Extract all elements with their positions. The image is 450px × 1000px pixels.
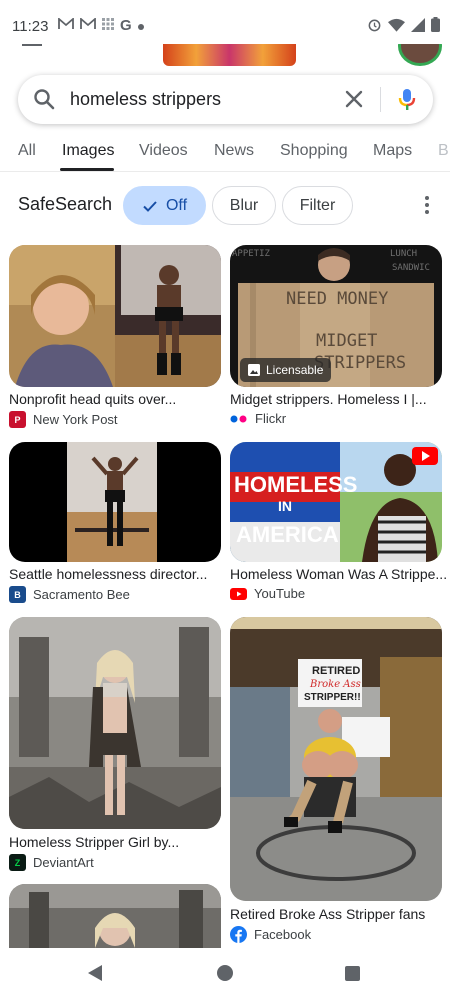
result-title[interactable]: Nonprofit head quits over... <box>9 391 176 407</box>
system-icons <box>367 17 440 37</box>
search-input[interactable]: homeless strippers <box>70 89 221 110</box>
source-name: Sacramento Bee <box>33 587 130 602</box>
result-source[interactable]: Facebook <box>230 926 311 943</box>
tab-all[interactable]: All <box>18 142 36 160</box>
grid-icon <box>102 18 114 33</box>
wifi-icon <box>388 18 405 37</box>
system-nav-bar <box>0 948 450 1000</box>
image-result[interactable]: Nonprofit head quits over... P New York … <box>9 245 221 435</box>
avatar[interactable] <box>398 44 442 66</box>
recent-apps-icon[interactable] <box>345 966 360 981</box>
check-icon <box>143 200 157 212</box>
image-result[interactable]: Seattle homelessness director... B Sacra… <box>9 442 221 612</box>
deviantart-icon: Z <box>9 854 26 871</box>
google-doodle[interactable] <box>163 44 296 66</box>
tab-news[interactable]: News <box>214 142 254 160</box>
divider <box>380 87 381 112</box>
image-result[interactable]: Homeless Stripper Girl by... Z DeviantAr… <box>9 617 221 875</box>
sign-text: MIDGET <box>316 331 378 351</box>
sign-text: NEED MONEY <box>286 289 389 309</box>
sign-text: STRIPPER!! <box>304 692 361 703</box>
signal-icon <box>411 17 425 37</box>
source-name: Facebook <box>254 927 312 942</box>
result-thumbnail[interactable]: APPETIZ LUNCH SANDWIC NEED MONEY MIDGET … <box>230 245 442 387</box>
alarm-icon <box>367 17 382 37</box>
chip-label: Off <box>165 196 188 214</box>
safesearch-filter-chip[interactable]: Filter <box>282 186 353 225</box>
active-tab-indicator <box>60 168 114 171</box>
search-tabs: All Images Videos News Shopping Maps B <box>0 136 450 172</box>
safesearch-label: SafeSearch <box>18 194 113 214</box>
home-icon[interactable] <box>217 965 233 981</box>
result-title[interactable]: Seattle homelessness director... <box>9 566 207 582</box>
chip-label: Blur <box>229 196 259 214</box>
battery-icon <box>431 17 440 37</box>
badge-label: Licensable <box>266 363 324 377</box>
sacramento-bee-icon: B <box>9 586 26 603</box>
tab-images[interactable]: Images <box>62 142 114 160</box>
facebook-icon <box>230 926 247 943</box>
background-text: LUNCH <box>390 249 418 259</box>
result-title[interactable]: Midget strippers. Homeless I |... <box>230 391 427 407</box>
background-text: APPETIZ <box>232 249 270 259</box>
result-thumbnail[interactable]: RETIRED Broke Ass STRIPPER!! <box>230 617 442 901</box>
notification-icons: G <box>58 17 144 34</box>
result-title[interactable]: Retired Broke Ass Stripper fans <box>230 906 425 922</box>
result-thumbnail[interactable]: HOMELESS IN AMERICA <box>230 442 442 562</box>
result-thumbnail[interactable] <box>9 617 221 829</box>
menu-icon[interactable] <box>22 44 42 46</box>
image-icon <box>248 364 260 376</box>
search-icon[interactable] <box>32 87 56 111</box>
image-result[interactable] <box>9 884 221 948</box>
source-name: DeviantArt <box>33 855 94 870</box>
overlay-text: AMERICA <box>236 522 339 547</box>
result-source[interactable]: B Sacramento Bee <box>9 586 130 603</box>
overlay-text: IN <box>278 498 292 514</box>
safesearch-blur-chip[interactable]: Blur <box>212 186 276 225</box>
search-box[interactable]: homeless strippers <box>18 75 433 124</box>
sign-text: RETIRED <box>312 665 361 677</box>
background-text: SANDWIC <box>392 263 430 273</box>
tab-maps[interactable]: Maps <box>373 142 412 160</box>
result-thumbnail[interactable] <box>9 245 221 387</box>
source-name: New York Post <box>33 412 118 427</box>
tab-videos[interactable]: Videos <box>139 142 188 160</box>
source-name: YouTube <box>254 586 306 601</box>
tab-books[interactable]: B <box>438 142 449 160</box>
result-title[interactable]: Homeless Stripper Girl by... <box>9 834 179 850</box>
google-doodle-strip <box>0 44 450 68</box>
result-source[interactable]: Z DeviantArt <box>9 854 94 871</box>
new-york-post-icon: P <box>9 411 26 428</box>
status-time: 11:23 <box>12 18 49 35</box>
result-source[interactable]: P New York Post <box>9 411 118 428</box>
result-source[interactable]: Flickr <box>230 411 286 426</box>
google-icon: G <box>120 17 132 34</box>
safesearch-off-chip[interactable]: Off <box>123 186 206 225</box>
clear-icon[interactable] <box>342 87 366 111</box>
back-icon[interactable] <box>88 965 102 981</box>
result-source[interactable]: YouTube <box>230 586 305 601</box>
licensable-badge: Licensable <box>240 358 332 382</box>
flickr-icon <box>230 415 248 423</box>
gmail-icon <box>80 17 96 33</box>
overlay-text: HOMELESS <box>234 472 358 497</box>
chip-label: Filter <box>299 196 336 214</box>
image-result[interactable]: RETIRED Broke Ass STRIPPER!! Retired Bro… <box>230 617 442 947</box>
image-result[interactable]: HOMELESS IN AMERICA Homeless Woman Was A… <box>230 442 447 612</box>
source-name: Flickr <box>255 411 287 426</box>
dot-icon <box>137 18 144 33</box>
result-thumbnail[interactable] <box>9 442 221 562</box>
sign-text: Broke Ass <box>310 679 361 690</box>
more-options-icon[interactable] <box>418 193 436 217</box>
result-title[interactable]: Homeless Woman Was A Strippe... <box>230 566 447 582</box>
gmail-icon <box>58 17 74 33</box>
microphone-icon[interactable] <box>394 86 420 112</box>
image-result[interactable]: APPETIZ LUNCH SANDWIC NEED MONEY MIDGET … <box>230 245 442 435</box>
youtube-icon <box>230 587 247 600</box>
tab-shopping[interactable]: Shopping <box>280 142 348 160</box>
result-thumbnail[interactable] <box>9 884 221 948</box>
